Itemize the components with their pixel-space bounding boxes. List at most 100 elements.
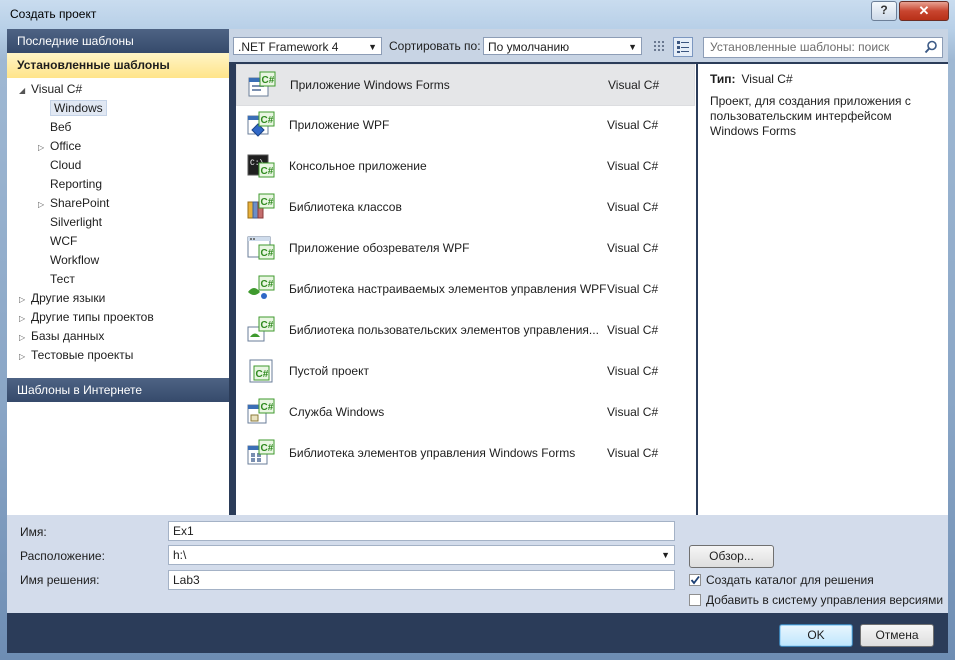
tree-item[interactable]: ▷ Базы данных — [19, 327, 104, 346]
tree-item[interactable]: Cloud — [38, 156, 81, 175]
template-language: Visual C# — [608, 78, 660, 92]
template-name: Библиотека настраиваемых элементов управ… — [289, 282, 607, 296]
template-row[interactable]: C# Служба Windows Visual C# — [236, 392, 694, 432]
tree-item-label: Другие языки — [31, 291, 106, 305]
template-row[interactable]: C# Пустой проект Visual C# — [236, 351, 694, 391]
type-label: Тип: — [710, 72, 736, 86]
template-search-input[interactable]: Установленные шаблоны: поиск — [703, 37, 943, 58]
location-combo[interactable]: h:\ ▼ — [168, 545, 675, 565]
wpf-user-control-icon: C# — [247, 316, 275, 342]
list-view-icon — [677, 41, 689, 53]
template-language: Visual C# — [607, 323, 659, 337]
sort-label: Сортировать по: — [389, 39, 481, 53]
tree-item[interactable]: Веб — [38, 118, 71, 137]
winforms-icon: C# — [248, 71, 276, 97]
tree-item[interactable]: ▷ Тестовые проекты — [19, 346, 133, 365]
tree-item-label: Office — [50, 139, 82, 153]
create-directory-checkbox[interactable] — [689, 574, 701, 586]
tree-item[interactable]: ◢ Visual C# — [19, 80, 82, 99]
svg-text:C#: C# — [261, 248, 274, 259]
tree-item-label: Visual C# — [31, 82, 83, 96]
tree-item[interactable]: Windows — [38, 99, 107, 118]
solution-name-input[interactable]: Lab3 — [168, 570, 675, 590]
template-sidebar: Последние шаблоны Установленные шаблоны … — [7, 29, 229, 515]
tree-item-label: SharePoint — [50, 196, 110, 210]
expanded-arrow-icon[interactable]: ◢ — [19, 81, 31, 100]
collapsed-arrow-icon[interactable]: ▷ — [38, 195, 50, 214]
tree-item[interactable]: Silverlight — [38, 213, 102, 232]
svg-text:C#: C# — [261, 166, 274, 177]
window-title: Создать проект — [10, 7, 97, 21]
template-row[interactable]: C# Приложение Windows Forms Visual C# — [236, 64, 695, 106]
search-icon — [924, 40, 937, 54]
collapsed-arrow-icon[interactable]: ▷ — [19, 290, 31, 309]
recent-templates-header[interactable]: Последние шаблоны — [7, 29, 229, 53]
create-directory-label[interactable]: Создать каталог для решения — [706, 573, 874, 587]
template-row[interactable]: C# Приложение WPF Visual C# — [236, 105, 694, 145]
tree-item[interactable]: ▷ SharePoint — [38, 194, 109, 213]
template-language: Visual C# — [607, 200, 659, 214]
close-button[interactable]: ✕ — [899, 1, 949, 21]
collapsed-arrow-icon[interactable]: ▷ — [19, 328, 31, 347]
template-row[interactable]: C# Библиотека настраиваемых элементов упр… — [236, 269, 694, 309]
sidebar-empty-area — [7, 402, 229, 515]
type-line: Тип: Visual C# — [710, 72, 793, 86]
wpf-icon: C# — [247, 111, 275, 137]
type-value: Visual C# — [741, 72, 793, 86]
winforms-control-library-icon: C# — [247, 439, 275, 465]
template-toolbar: .NET Framework 4 ▼ Сортировать по: По ум… — [229, 29, 948, 62]
tree-item[interactable]: ▷ Office — [38, 137, 81, 156]
tree-item-label: Тест — [50, 272, 75, 286]
template-row[interactable]: C# Библиотека элементов управления Window… — [236, 433, 694, 473]
name-label: Имя: — [20, 525, 47, 539]
svg-text:C#: C# — [256, 369, 269, 380]
template-name: Пустой проект — [289, 364, 369, 378]
template-details: Тип: Visual C# Проект, для создания прило… — [698, 64, 948, 515]
tree-item[interactable]: WCF — [38, 232, 77, 251]
tree-item-label: Другие типы проектов — [31, 310, 154, 324]
svg-text:C#: C# — [261, 197, 274, 208]
small-icons-view-button[interactable] — [649, 37, 669, 57]
svg-text:C#: C# — [261, 443, 274, 454]
tree-item[interactable]: Reporting — [38, 175, 102, 194]
add-source-control-label[interactable]: Добавить в систему управления версиями — [706, 593, 943, 607]
tree-item[interactable]: ▷ Другие языки — [19, 289, 105, 308]
browse-button[interactable]: Обзор... — [689, 545, 774, 568]
template-name: Служба Windows — [289, 405, 385, 419]
template-name: Приложение Windows Forms — [290, 78, 450, 92]
ok-button[interactable]: OK — [779, 624, 853, 647]
collapsed-arrow-icon[interactable]: ▷ — [38, 138, 50, 157]
template-name: Приложение WPF — [289, 118, 390, 132]
medium-icons-view-button[interactable] — [673, 37, 693, 57]
framework-select[interactable]: .NET Framework 4 ▼ — [233, 37, 382, 55]
template-language: Visual C# — [607, 446, 659, 460]
project-name-input[interactable]: Ex1 — [168, 521, 675, 541]
template-language: Visual C# — [607, 282, 659, 296]
tree-item[interactable]: Workflow — [38, 251, 99, 270]
cancel-button[interactable]: Отмена — [860, 624, 934, 647]
help-button[interactable]: ? — [871, 1, 897, 21]
template-row[interactable]: C# Приложение обозревателя WPF Visual C# — [236, 228, 694, 268]
tree-item-label: Workflow — [50, 253, 100, 267]
grid-view-icon — [654, 41, 664, 51]
template-language: Visual C# — [607, 241, 659, 255]
installed-templates-header[interactable]: Установленные шаблоны — [7, 53, 229, 78]
search-placeholder: Установленные шаблоны: поиск — [710, 40, 890, 54]
svg-text:C#: C# — [261, 320, 274, 331]
template-row[interactable]: C:\ C# Консольное приложение Visual C# — [236, 146, 694, 186]
dialog-client: Последние шаблоны Установленные шаблоны … — [7, 29, 948, 653]
template-name: Приложение обозревателя WPF — [289, 241, 470, 255]
online-templates-header[interactable]: Шаблоны в Интернете — [7, 378, 229, 402]
template-description: Проект, для создания приложения с пользо… — [710, 94, 911, 138]
tree-item[interactable]: ▷ Другие типы проектов — [19, 308, 154, 327]
sort-select[interactable]: По умолчанию ▼ — [483, 37, 642, 55]
tree-item[interactable]: Тест — [38, 270, 75, 289]
framework-value: .NET Framework 4 — [238, 40, 339, 54]
template-row[interactable]: C# Библиотека классов Visual C# — [236, 187, 694, 227]
collapsed-arrow-icon[interactable]: ▷ — [19, 309, 31, 328]
add-source-control-checkbox[interactable] — [689, 594, 701, 606]
wpf-custom-control-icon: C# — [248, 275, 275, 299]
collapsed-arrow-icon[interactable]: ▷ — [19, 347, 31, 366]
template-language: Visual C# — [607, 405, 659, 419]
template-row[interactable]: C# Библиотека пользовательских элементов … — [236, 310, 694, 350]
